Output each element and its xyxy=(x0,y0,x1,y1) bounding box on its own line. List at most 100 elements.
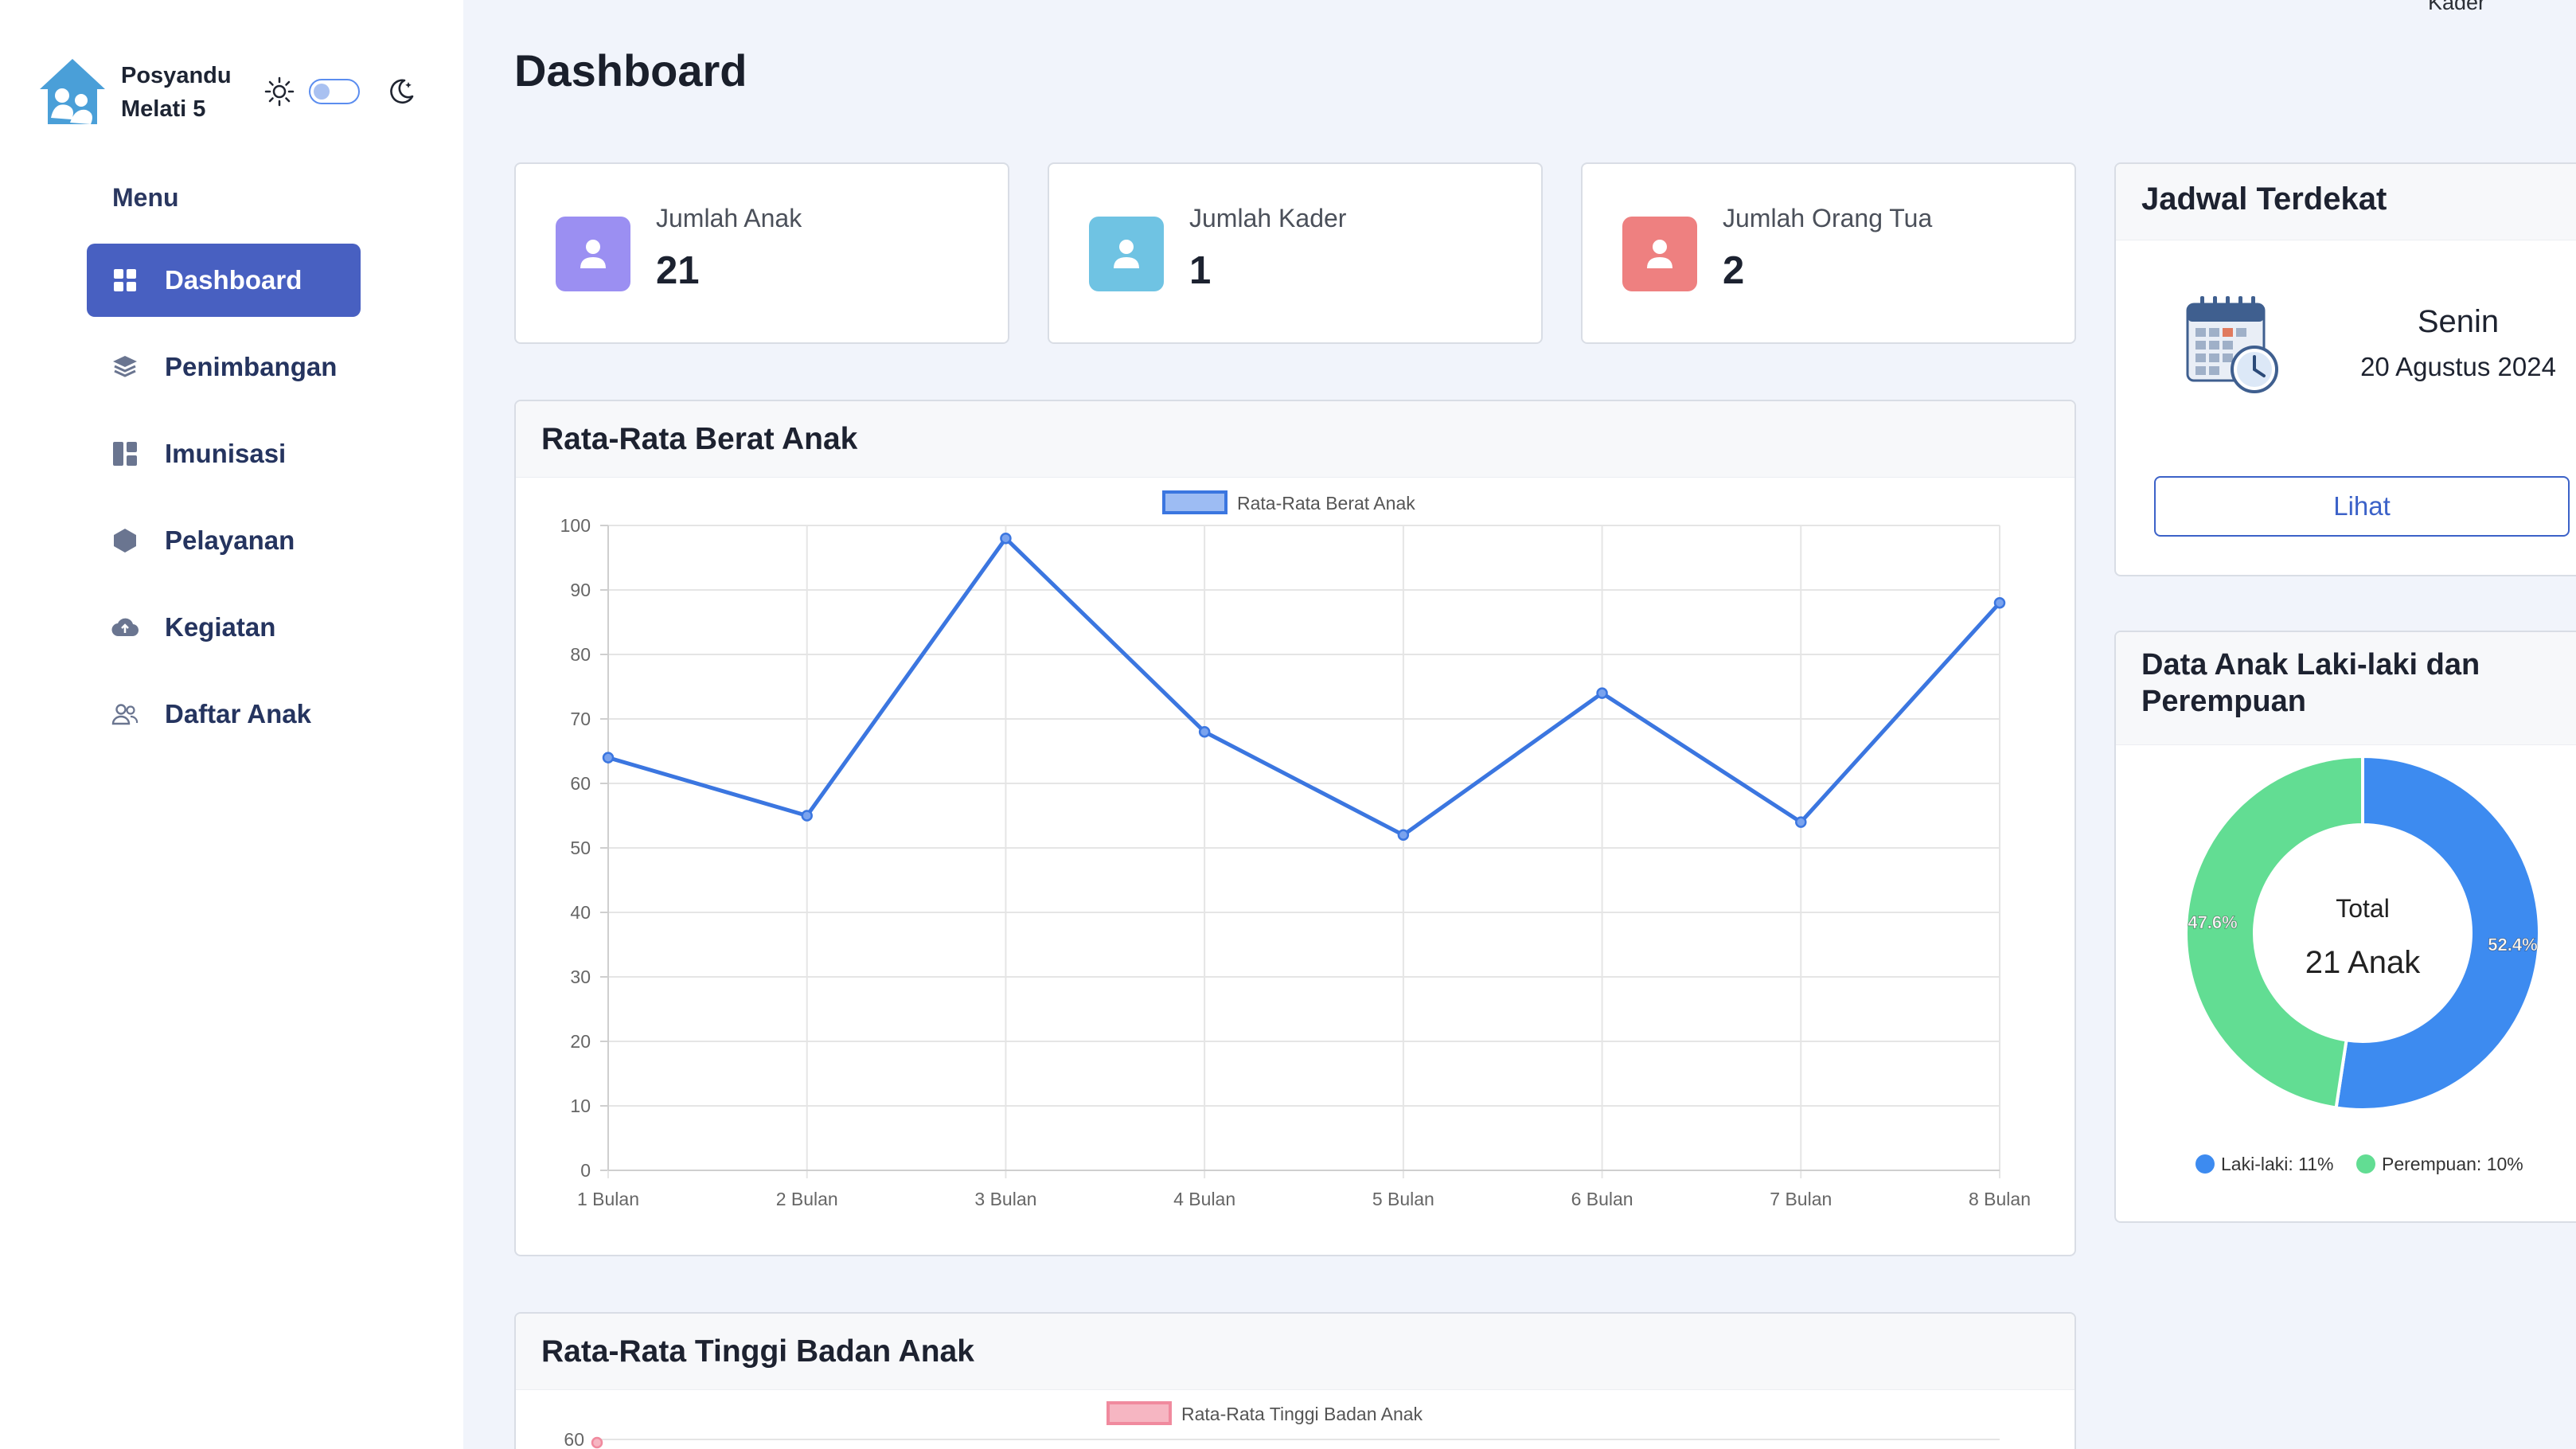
data-point xyxy=(1198,725,1211,738)
sun-icon[interactable] xyxy=(264,76,295,107)
legend-swatch xyxy=(1107,1401,1172,1425)
user-icon xyxy=(556,217,630,291)
sidebar-item-label: Daftar Anak xyxy=(165,699,311,728)
stat-card-anak: Jumlah Anak 21 xyxy=(514,162,1009,344)
chart-berat-panel: Rata-Rata Berat Anak 0 10 20 30 40 50 60 70 80 90… xyxy=(514,400,2076,1256)
theme-toggle xyxy=(264,76,416,107)
y-tick-label: 100 xyxy=(560,515,591,536)
sidebar-item-daftar-anak[interactable]: Daftar Anak xyxy=(87,678,361,751)
gender-panel: Data Anak Laki-laki dan Perempuan 52.4% 4… xyxy=(2114,631,2576,1223)
gender-title-line2: Perempuan xyxy=(2141,685,2306,718)
y-tick-label: 10 xyxy=(570,1096,591,1116)
data-point xyxy=(1795,816,1807,828)
chart-berat-title: Rata-Rata Berat Anak xyxy=(516,401,2074,478)
sidebar-item-dashboard[interactable]: Dashboard xyxy=(87,244,361,317)
sidebar: Posyandu Melati 5 Menu Dashboard Penimba… xyxy=(0,0,463,1449)
calendar-clock-icon xyxy=(2186,296,2278,393)
donut-center-value: 21 Anak xyxy=(2305,945,2422,980)
x-tick-label: 7 Bulan xyxy=(1770,1189,1832,1209)
y-tick-label: 50 xyxy=(570,838,591,858)
series-line xyxy=(607,536,2001,838)
jadwal-date: 20 Agustus 2024 xyxy=(2360,352,2556,381)
legend-swatch xyxy=(1162,490,1228,514)
data-point xyxy=(602,752,615,764)
grid-icon xyxy=(111,266,139,295)
brand-name-line2: Melati 5 xyxy=(121,96,206,122)
stat-value: 1 xyxy=(1189,249,1212,292)
jadwal-panel: Jadwal Terdekat Senin 20 Agustus 2024 Li… xyxy=(2114,162,2576,576)
hexagon-icon xyxy=(111,526,139,555)
y-tick-label: 0 xyxy=(580,1160,591,1181)
theme-switch[interactable] xyxy=(309,79,360,104)
stat-label: Jumlah Anak xyxy=(656,204,802,232)
y-tick-label: 30 xyxy=(570,967,591,987)
x-tick-label: 1 Bulan xyxy=(577,1189,639,1209)
data-point xyxy=(1000,532,1012,545)
sidebar-item-label: Penimbangan xyxy=(165,352,338,381)
stat-card-kader: Jumlah Kader 1 xyxy=(1048,162,1543,344)
sidebar-item-label: Dashboard xyxy=(165,265,302,295)
sidebar-item-label: Imunisasi xyxy=(165,439,287,468)
y-tick-label: 60 xyxy=(564,1429,584,1449)
y-tick-label: 70 xyxy=(570,709,591,729)
users-icon xyxy=(111,700,139,728)
gender-title: Data Anak Laki-laki dan Perempuan xyxy=(2116,632,2576,745)
x-tick-label: 5 Bulan xyxy=(1372,1189,1434,1209)
legend-label: Rata-Rata Tinggi Badan Anak xyxy=(1181,1404,1423,1424)
slice-percent-label: 47.6% xyxy=(2188,912,2237,932)
legend-swatch xyxy=(2356,1154,2375,1174)
sidebar-item-imunisasi[interactable]: Imunisasi xyxy=(87,417,361,490)
jadwal-day: Senin xyxy=(2417,304,2500,339)
x-tick-label: 4 Bulan xyxy=(1173,1189,1235,1209)
gender-title-line1: Data Anak Laki-laki dan xyxy=(2141,648,2480,682)
page-title: Dashboard xyxy=(514,45,747,96)
y-tick-label: 60 xyxy=(570,773,591,794)
user-icon xyxy=(1089,217,1164,291)
chart-tinggi-svg: Rata-Rata Tinggi Badan Anak 60 xyxy=(564,1401,2000,1449)
sidebar-item-kegiatan[interactable]: Kegiatan xyxy=(87,591,361,664)
chart-tinggi-panel: Rata-Rata Tinggi Badan Anak Rata-Rata Ti… xyxy=(514,1312,2076,1449)
sidebar-item-penimbangan[interactable]: Penimbangan xyxy=(87,330,361,404)
stat-label: Jumlah Kader xyxy=(1189,204,1347,232)
moon-icon[interactable] xyxy=(387,77,416,106)
data-point xyxy=(801,810,813,822)
posyandu-logo-icon xyxy=(40,59,105,124)
donut-center-label: Total xyxy=(2336,894,2390,923)
gender-donut-svg: 52.4% 47.6% Total 21 Anak Laki-laki: 11% Pere… xyxy=(2184,754,2541,1174)
sidebar-item-pelayanan[interactable]: Pelayanan xyxy=(87,504,361,577)
sidebar-item-label: Pelayanan xyxy=(165,525,295,555)
stat-value: 2 xyxy=(1723,249,1745,292)
x-tick-label: 3 Bulan xyxy=(974,1189,1036,1209)
sidebar-nav: Dashboard Penimbangan Imunisasi Pelayana… xyxy=(87,244,361,764)
sidebar-item-label: Kegiatan xyxy=(165,612,276,642)
data-point xyxy=(1397,829,1410,842)
y-tick-label: 20 xyxy=(570,1031,591,1052)
lihat-button[interactable]: Lihat xyxy=(2154,476,2570,537)
y-tick-label: 80 xyxy=(570,644,591,665)
layout-icon xyxy=(111,439,139,468)
x-tick-label: 6 Bulan xyxy=(1571,1189,1633,1209)
legend-swatch xyxy=(2195,1154,2215,1174)
x-tick-label: 2 Bulan xyxy=(776,1189,838,1209)
data-point xyxy=(1596,687,1608,699)
user-icon xyxy=(1622,217,1697,291)
chart-tinggi-title: Rata-Rata Tinggi Badan Anak xyxy=(516,1314,2074,1390)
y-tick-label: 40 xyxy=(570,902,591,923)
data-point xyxy=(591,1436,603,1449)
brand[interactable]: Posyandu Melati 5 xyxy=(37,56,232,129)
stat-card-orang-tua: Jumlah Orang Tua 2 xyxy=(1581,162,2076,344)
layers-icon xyxy=(111,353,139,381)
legend-label: Laki-laki: 11% xyxy=(2221,1154,2333,1174)
switch-knob xyxy=(314,83,330,100)
jadwal-title: Jadwal Terdekat xyxy=(2116,164,2576,240)
stat-label: Jumlah Orang Tua xyxy=(1723,204,1933,232)
cloud-upload-icon xyxy=(111,613,139,642)
y-tick-label: 90 xyxy=(570,580,591,600)
legend-label: Perempuan: 10% xyxy=(2382,1154,2523,1174)
stat-value: 21 xyxy=(656,249,700,292)
brand-name-line1: Posyandu xyxy=(121,63,232,88)
menu-title: Menu xyxy=(112,183,179,212)
legend-label: Rata-Rata Berat Anak xyxy=(1237,493,1415,514)
chart-berat-svg: 0 10 20 30 40 50 60 70 80 90 100 1 Bulan 2 Bulan 3 Bu… xyxy=(560,490,2031,1209)
top-user-label[interactable]: Kader xyxy=(2428,0,2485,15)
